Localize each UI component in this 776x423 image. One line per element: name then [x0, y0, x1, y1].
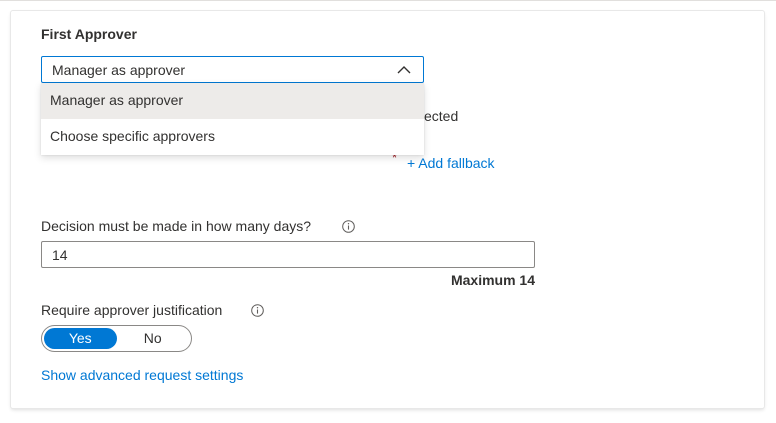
info-icon[interactable]: [342, 220, 355, 233]
add-fallback-link[interactable]: + Add fallback: [407, 155, 495, 171]
toggle-no[interactable]: No: [117, 328, 190, 349]
toggle-yes[interactable]: Yes: [44, 328, 117, 349]
option-manager-as-approver[interactable]: Manager as approver: [41, 83, 424, 119]
chevron-up-icon: [397, 66, 411, 74]
approver-options-listbox: Manager as approver Choose specific appr…: [41, 83, 424, 155]
justification-label: Require approver justification: [41, 302, 223, 318]
option-choose-specific-approvers[interactable]: Choose specific approvers: [41, 119, 424, 155]
top-divider: [0, 0, 776, 1]
section-title: First Approver: [41, 26, 137, 42]
dropdown-selected-value: Manager as approver: [52, 62, 186, 78]
first-approver-dropdown[interactable]: Manager as approver: [41, 56, 424, 83]
decision-days-input[interactable]: [41, 241, 535, 268]
show-advanced-settings-link[interactable]: Show advanced request settings: [41, 367, 243, 383]
decision-days-label: Decision must be made in how many days?: [41, 218, 312, 234]
info-icon[interactable]: [251, 304, 264, 317]
obscured-text: ected: [424, 108, 459, 124]
maximum-hint: Maximum 14: [450, 272, 535, 288]
justification-toggle: Yes No: [41, 325, 192, 352]
